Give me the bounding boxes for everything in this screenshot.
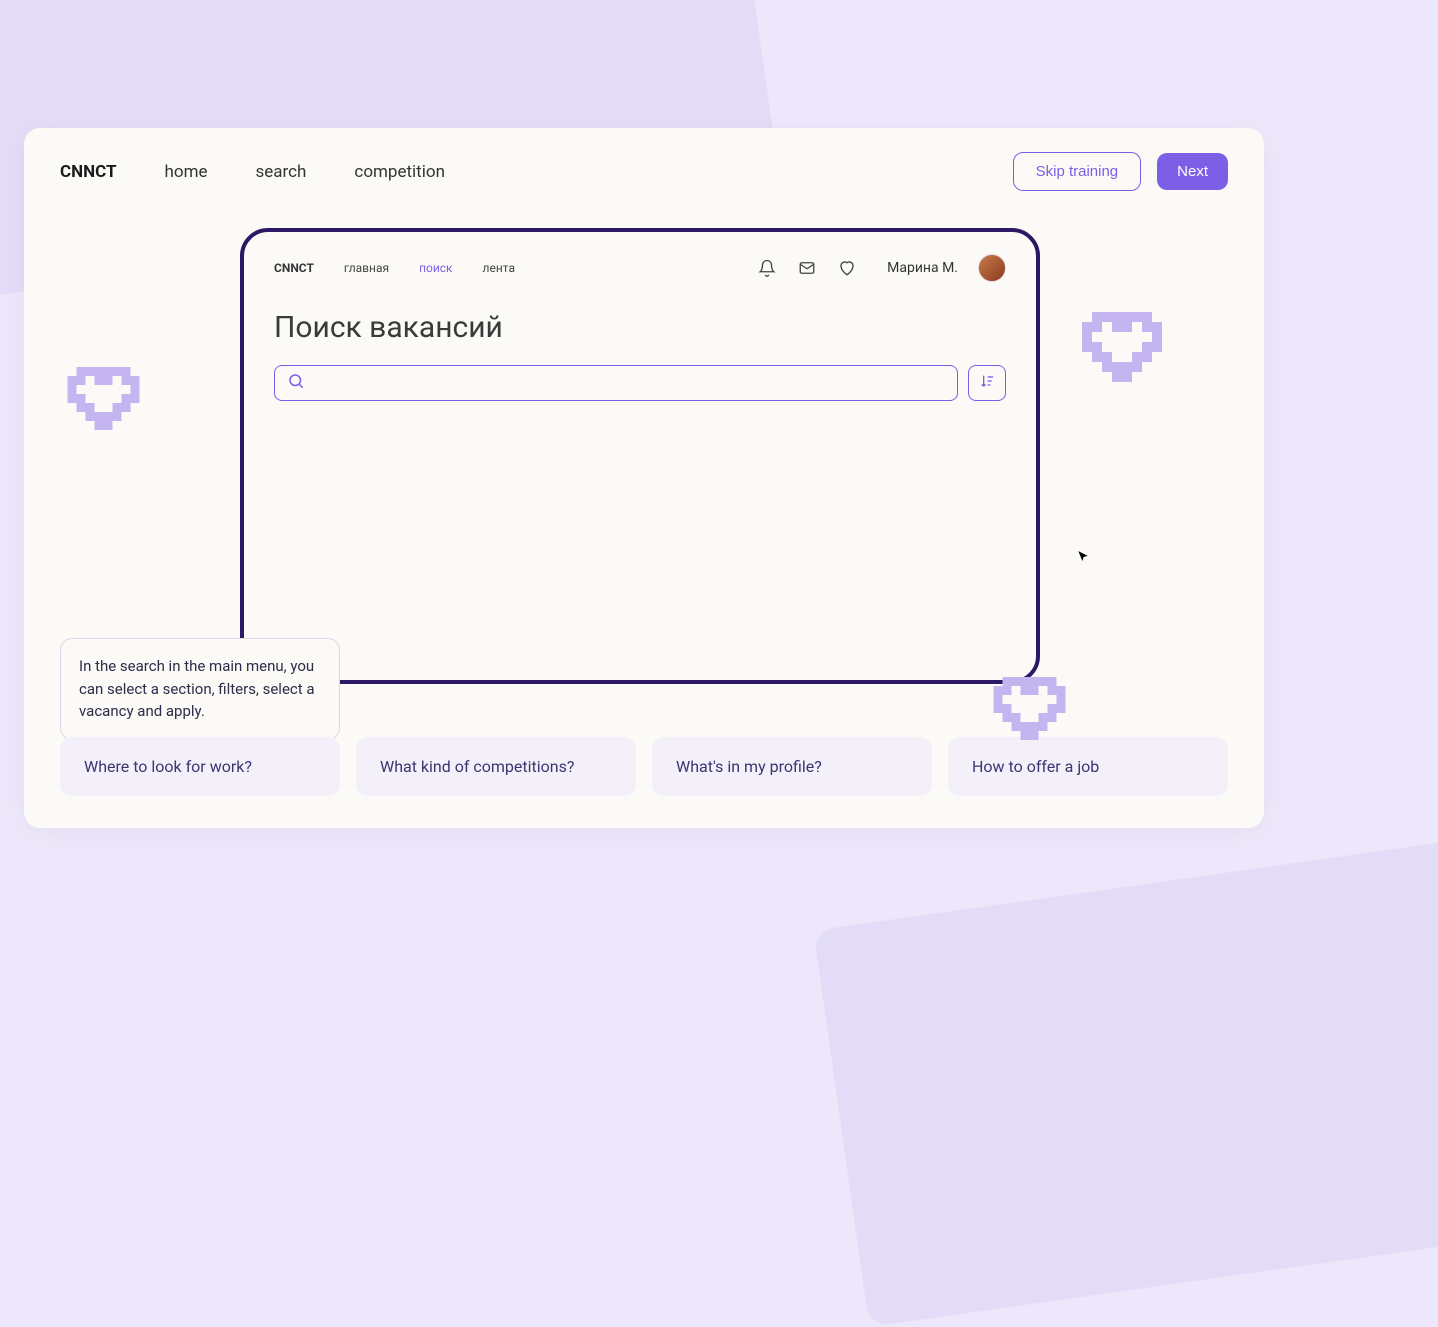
nav-link-competition[interactable]: competition xyxy=(354,162,445,182)
inner-header: CNNCT главная поиск лента Марина М. xyxy=(274,254,1006,282)
search-icon xyxy=(287,372,305,394)
search-input[interactable] xyxy=(313,375,945,391)
username-label: Марина М. xyxy=(887,260,958,276)
nav-link-home[interactable]: home xyxy=(165,162,208,182)
sort-icon xyxy=(979,373,995,393)
inner-link-feed[interactable]: лента xyxy=(483,261,515,275)
skip-training-button[interactable]: Skip training xyxy=(1013,152,1142,191)
pixel-heart-icon xyxy=(1072,302,1182,402)
bell-icon[interactable] xyxy=(757,258,777,278)
nav-right: Skip training Next xyxy=(1013,152,1228,191)
pixel-heart-icon xyxy=(58,358,158,448)
cursor-icon xyxy=(1076,549,1090,568)
search-box[interactable] xyxy=(274,365,958,401)
page-title: Поиск вакансий xyxy=(274,310,1006,345)
inner-link-main[interactable]: главная xyxy=(344,261,389,275)
inner-right: Марина М. xyxy=(757,254,1006,282)
brand-logo: CNNCT xyxy=(60,162,117,182)
tooltip-text: In the search in the main menu, you can … xyxy=(79,657,315,720)
faq-competitions[interactable]: What kind of competitions? xyxy=(356,737,636,796)
next-button[interactable]: Next xyxy=(1157,153,1228,190)
inner-nav: CNNCT главная поиск лента xyxy=(274,261,515,275)
faq-profile[interactable]: What's in my profile? xyxy=(652,737,932,796)
nav-left: CNNCT home search competition xyxy=(60,162,445,182)
inner-app-window: CNNCT главная поиск лента Марина М. Поис… xyxy=(240,228,1040,684)
onboarding-tooltip: In the search in the main menu, you can … xyxy=(60,638,340,740)
nav-link-search[interactable]: search xyxy=(256,162,307,182)
inner-link-search[interactable]: поиск xyxy=(419,261,452,275)
heart-icon[interactable] xyxy=(837,258,857,278)
sort-filter-button[interactable] xyxy=(968,365,1006,401)
pixel-heart-icon xyxy=(984,668,1084,758)
mail-icon[interactable] xyxy=(797,258,817,278)
top-nav: CNNCT home search competition Skip train… xyxy=(24,128,1264,215)
faq-where-to-look[interactable]: Where to look for work? xyxy=(60,737,340,796)
search-row xyxy=(274,365,1006,401)
avatar[interactable] xyxy=(978,254,1006,282)
inner-brand-logo: CNNCT xyxy=(274,261,314,275)
